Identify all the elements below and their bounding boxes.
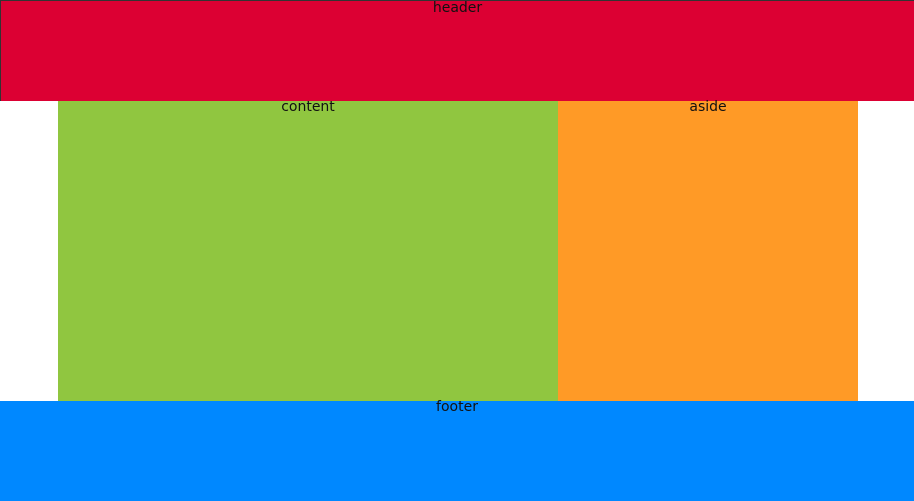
- aside-label: aside: [689, 99, 727, 115]
- footer-label: footer: [436, 399, 478, 415]
- header-label: header: [432, 0, 483, 16]
- footer-region: footer: [0, 399, 914, 501]
- page: header content aside footer: [0, 0, 914, 501]
- aside-region: aside: [558, 99, 858, 401]
- header-region: header: [0, 0, 914, 101]
- content-region: content: [58, 99, 558, 401]
- content-label: content: [281, 99, 335, 115]
